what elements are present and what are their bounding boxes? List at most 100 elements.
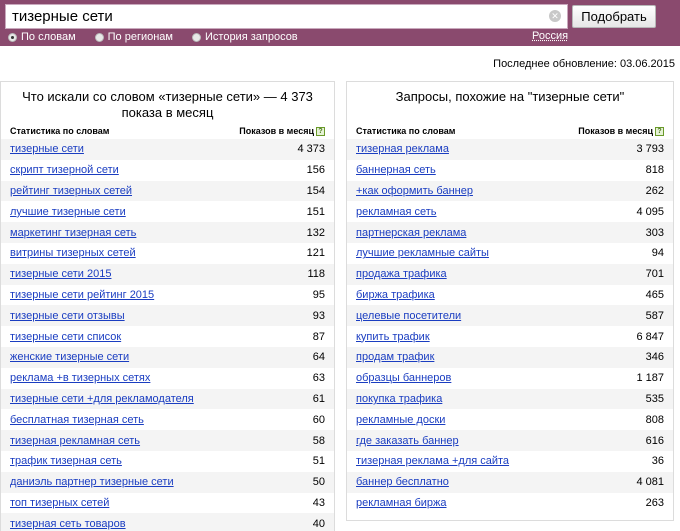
keyword-link[interactable]: реклама +в тизерных сетях — [10, 372, 150, 384]
table-row: партнерская реклама 303 — [347, 222, 673, 243]
keyword-list: тизерные сети 4 373 скрипт тизерной сети 15… — [1, 139, 334, 531]
search-header: ✕ Подобрать По словам По регионам Истори… — [0, 0, 680, 46]
keyword-link[interactable]: витрины тизерных сетей — [10, 247, 136, 259]
impressions-count: 58 — [312, 434, 325, 447]
impressions-count: 4 373 — [297, 143, 325, 156]
last-update-text: Последнее обновление: 03.06.2015 — [493, 58, 675, 70]
keyword-link[interactable]: тизерная сеть товаров — [10, 518, 126, 530]
impressions-count: 303 — [645, 226, 664, 239]
mode-label: По регионам — [107, 31, 173, 43]
table-row: тизерные сети отзывы 93 — [1, 305, 334, 327]
keyword-link[interactable]: тизерные сети — [10, 143, 84, 155]
keyword-link[interactable]: продам трафик — [356, 351, 434, 363]
impressions-count: 132 — [306, 226, 325, 239]
keyword-link[interactable]: тизерные сети список — [10, 331, 121, 343]
keyword-list: тизерная реклама 3 793 баннерная сеть 818 +к… — [347, 139, 673, 513]
mode-label: По словам — [21, 31, 76, 43]
impressions-count: 36 — [651, 455, 664, 468]
table-row: тизерные сети список 87 — [1, 326, 334, 347]
table-row: баннер бесплатно 4 081 — [347, 471, 673, 493]
radio-icon[interactable] — [8, 32, 17, 42]
keyword-link[interactable]: трафик тизерная сеть — [10, 455, 122, 467]
keyword-link[interactable]: рекламные доски — [356, 414, 445, 426]
keyword-link[interactable]: целевые посетители — [356, 310, 461, 322]
keyword-link[interactable]: тизерная реклама +для сайта — [356, 455, 509, 467]
keyword-link[interactable]: маркетинг тизерная сеть — [10, 227, 136, 239]
table-row: покупка трафика 535 — [347, 388, 673, 410]
keyword-link[interactable]: тизерные сети рейтинг 2015 — [10, 289, 154, 301]
keyword-link[interactable]: рекламная биржа — [356, 497, 447, 509]
table-row: лучшие тизерные сети 151 — [1, 201, 334, 222]
table-header: Статистика по словам Показов в месяц? — [347, 124, 673, 138]
table-row: даниэль партнер тизерные сети 50 — [1, 471, 334, 493]
impressions-count: 701 — [645, 268, 664, 281]
similar-queries-panel: Запросы, похожие на "тизерные сети" Стат… — [346, 81, 674, 521]
keyword-link[interactable]: даниэль партнер тизерные сети — [10, 476, 174, 488]
keyword-link[interactable]: баннерная сеть — [356, 164, 436, 176]
clear-icon[interactable]: ✕ — [549, 10, 561, 22]
impressions-count: 1 187 — [636, 372, 664, 385]
keyword-link[interactable]: рекламная сеть — [356, 206, 437, 218]
table-row: тизерные сети 4 373 — [1, 139, 334, 160]
impressions-count: 808 — [645, 413, 664, 426]
keyword-link[interactable]: партнерская реклама — [356, 227, 466, 239]
keyword-link[interactable]: рейтинг тизерных сетей — [10, 185, 132, 197]
keyword-link[interactable]: бесплатная тизерная сеть — [10, 414, 144, 426]
impressions-count: 3 793 — [636, 143, 664, 156]
keyword-link[interactable]: где заказать баннер — [356, 435, 459, 447]
keyword-link[interactable]: образцы баннеров — [356, 372, 451, 384]
table-row: тизерная сеть товаров 40 — [1, 513, 334, 531]
keyword-link[interactable]: тизерная реклама — [356, 143, 449, 155]
keyword-link[interactable]: лучшие тизерные сети — [10, 206, 126, 218]
keyword-link[interactable]: тизерные сети 2015 — [10, 268, 111, 280]
keyword-link[interactable]: тизерные сети отзывы — [10, 310, 125, 322]
keyword-link[interactable]: баннер бесплатно — [356, 476, 449, 488]
impressions-count: 51 — [312, 455, 325, 468]
keyword-link[interactable]: скрипт тизерной сети — [10, 164, 119, 176]
table-row: скрипт тизерной сети 156 — [1, 160, 334, 181]
keyword-link[interactable]: покупка трафика — [356, 393, 442, 405]
help-icon[interactable]: ? — [655, 127, 664, 137]
table-row: тизерная реклама 3 793 — [347, 139, 673, 160]
column-count-label: Показов в месяц — [239, 125, 314, 136]
keyword-link[interactable]: лучшие рекламные сайты — [356, 247, 489, 259]
mode-option-words[interactable]: По словам — [8, 31, 76, 43]
impressions-count: 4 095 — [636, 205, 664, 218]
impressions-count: 818 — [645, 164, 664, 177]
impressions-count: 262 — [645, 184, 664, 197]
keyword-link[interactable]: продажа трафика — [356, 268, 447, 280]
impressions-count: 263 — [645, 496, 664, 509]
radio-icon[interactable] — [192, 32, 201, 42]
impressions-count: 616 — [645, 434, 664, 447]
table-row: реклама +в тизерных сетях 63 — [1, 368, 334, 389]
keyword-link[interactable]: женские тизерные сети — [10, 351, 129, 363]
mode-option-regions[interactable]: По регионам — [94, 31, 173, 43]
table-row: рекламные доски 808 — [347, 409, 673, 430]
column-count-header: Показов в месяц? — [239, 125, 325, 137]
panel-title: Запросы, похожие на "тизерные сети" — [395, 89, 625, 104]
table-row: биржа трафика 465 — [347, 285, 673, 306]
impressions-count: 50 — [312, 476, 325, 489]
keyword-link[interactable]: тизерные сети +для рекламодателя — [10, 393, 194, 405]
impressions-count: 154 — [306, 184, 325, 197]
radio-icon[interactable] — [94, 32, 104, 42]
column-count-label: Показов в месяц — [578, 125, 653, 136]
search-input[interactable] — [6, 5, 546, 28]
keyword-link[interactable]: топ тизерных сетей — [10, 497, 109, 509]
column-count-header: Показов в месяц? — [578, 125, 664, 137]
keyword-link[interactable]: +как оформить баннер — [356, 185, 473, 197]
search-field[interactable]: ✕ — [5, 4, 568, 29]
help-icon[interactable]: ? — [316, 127, 325, 137]
impressions-count: 60 — [312, 413, 325, 426]
impressions-count: 40 — [312, 517, 325, 530]
impressions-count: 64 — [312, 351, 325, 364]
table-row: рейтинг тизерных сетей 154 — [1, 180, 334, 202]
region-selector[interactable]: Россия — [532, 30, 568, 42]
submit-button[interactable]: Подобрать — [572, 5, 656, 28]
keyword-link[interactable]: биржа трафика — [356, 289, 435, 301]
keyword-link[interactable]: купить трафик — [356, 331, 430, 343]
words-stats-panel: Что искали со словом «тизерные сети» — 4… — [0, 81, 335, 531]
column-keyword-header: Статистика по словам — [356, 126, 456, 136]
mode-option-history[interactable]: История запросов — [192, 31, 298, 43]
keyword-link[interactable]: тизерная рекламная сеть — [10, 435, 140, 447]
